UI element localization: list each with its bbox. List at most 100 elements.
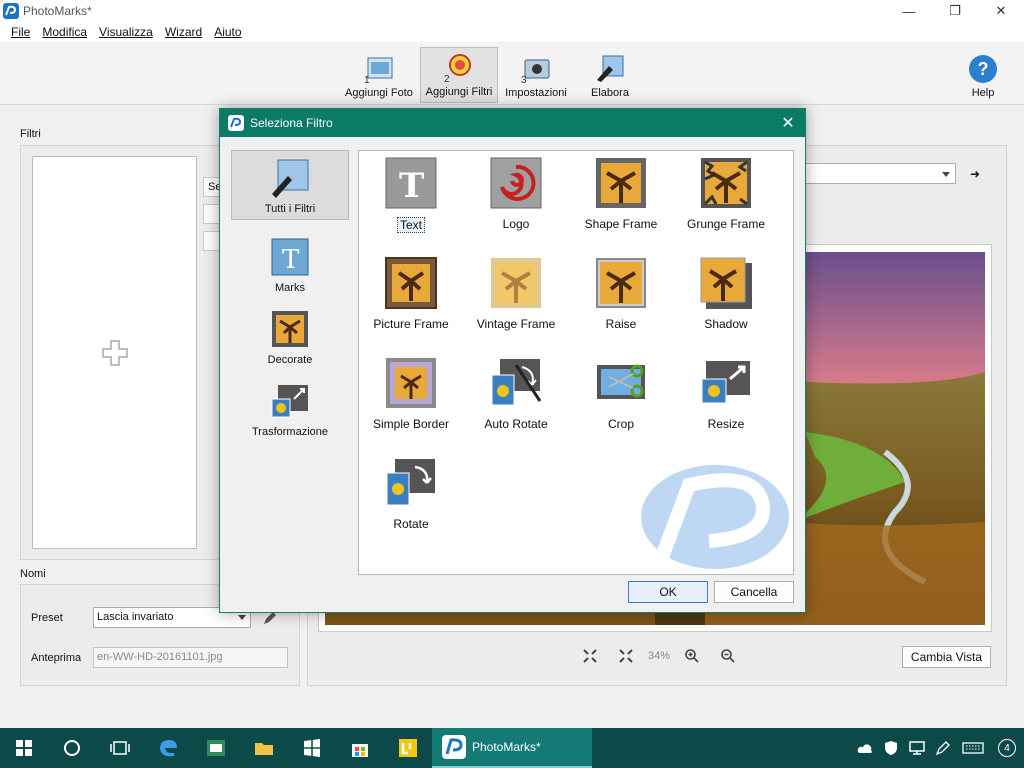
- store-button[interactable]: [336, 728, 384, 768]
- filter-shadow[interactable]: Shadow: [674, 251, 778, 341]
- app-yellow-icon: [399, 739, 417, 757]
- add-filters-button[interactable]: 2 Aggiungi Filtri: [420, 47, 498, 103]
- resize-filter-icon: [701, 361, 750, 404]
- category-transformation[interactable]: Trasformazione: [231, 372, 349, 442]
- title-bar: PhotoMarks* — ❐ ✕: [0, 0, 1024, 22]
- add-filters-icon: 2: [444, 54, 471, 83]
- cancel-button[interactable]: Cancella: [714, 581, 794, 603]
- filter-simple-border[interactable]: Simple Border: [359, 351, 463, 441]
- search-button[interactable]: [48, 728, 96, 768]
- dialog-title: Seleziona Filtro: [250, 116, 333, 130]
- start-button[interactable]: [0, 728, 48, 768]
- menu-wizard[interactable]: Wizard: [159, 25, 208, 39]
- task-view-button[interactable]: [96, 728, 144, 768]
- filter-label: Logo: [502, 217, 530, 231]
- add-filter-plus-icon[interactable]: [101, 339, 129, 367]
- text-filter-icon: T: [385, 157, 437, 209]
- menu-modifica[interactable]: Modifica: [36, 25, 93, 39]
- app-yellow-button[interactable]: [384, 728, 432, 768]
- full-size-icon[interactable]: [618, 648, 634, 664]
- grunge-frame-filter-icon: [701, 158, 751, 208]
- filter-label: Auto Rotate: [484, 417, 548, 431]
- filter-vintage-frame[interactable]: Vintage Frame: [464, 251, 568, 341]
- filter-label: Raise: [605, 317, 637, 331]
- filter-label: Shape Frame: [584, 217, 658, 231]
- security-tray-button[interactable]: [878, 728, 904, 768]
- windows-taskbar: PhotoMarks* 4: [0, 728, 1024, 768]
- filter-crop[interactable]: Crop: [569, 351, 673, 441]
- zoom-out-icon[interactable]: [720, 648, 736, 664]
- svg-text:T: T: [399, 166, 424, 206]
- category-marks[interactable]: T Marks: [231, 228, 349, 298]
- window-title: PhotoMarks*: [23, 4, 92, 18]
- add-photo-button[interactable]: 1 Aggiungi Foto: [343, 47, 415, 103]
- add-photo-label: Aggiungi Foto: [345, 87, 413, 99]
- change-view-button[interactable]: Cambia Vista: [902, 646, 991, 668]
- auto-rotate-filter-icon: [491, 359, 542, 406]
- minimize-button[interactable]: —: [886, 0, 932, 22]
- menu-aiuto[interactable]: Aiuto: [208, 25, 247, 39]
- process-button[interactable]: Elabora: [585, 47, 635, 103]
- pen-tray-button[interactable]: [930, 728, 956, 768]
- preset-value: Lascia invariato: [97, 611, 174, 623]
- onedrive-tray-button[interactable]: [852, 728, 878, 768]
- store-bag-icon: [352, 744, 368, 757]
- network-tray-button[interactable]: [904, 728, 930, 768]
- filter-auto-rotate[interactable]: Auto Rotate: [464, 351, 568, 441]
- picture-frame-filter-icon: [385, 257, 437, 309]
- photomarks-app-icon: [442, 735, 466, 759]
- app-flag-button[interactable]: [288, 728, 336, 768]
- category-all-filters[interactable]: Tutti i Filtri: [231, 150, 349, 220]
- next-arrow-icon[interactable]: ➜: [970, 167, 980, 181]
- settings-camera-icon: 3: [521, 59, 550, 84]
- menu-visualizza[interactable]: Visualizza: [93, 25, 159, 39]
- filter-resize[interactable]: Resize: [674, 351, 778, 441]
- cloud-icon: [857, 744, 872, 753]
- photo-select[interactable]: [804, 163, 956, 184]
- select-filter-dialog: Seleziona Filtro ✕ Tutti i Filtri T Mark…: [219, 108, 806, 613]
- filter-text[interactable]: T Text: [359, 151, 463, 241]
- app-green-button[interactable]: [192, 728, 240, 768]
- simple-border-filter-icon: [386, 358, 436, 408]
- filter-grunge-frame[interactable]: Grunge Frame: [674, 151, 778, 241]
- settings-button[interactable]: 3 Impostazioni: [503, 47, 569, 103]
- vintage-frame-filter-icon: [491, 258, 541, 308]
- menu-bar: File Modifica Visualizza Wizard Aiuto: [0, 22, 1024, 42]
- action-center-button[interactable]: 4: [990, 728, 1024, 768]
- filter-label: Rotate: [393, 517, 429, 531]
- maximize-button[interactable]: ❐: [932, 0, 978, 22]
- category-label: Tutti i Filtri: [264, 203, 316, 215]
- menu-file[interactable]: File: [5, 25, 36, 39]
- fit-screen-icon[interactable]: [582, 648, 598, 664]
- filter-rotate[interactable]: Rotate: [359, 451, 463, 541]
- edge-browser-icon: [160, 740, 177, 757]
- help-button[interactable]: ? Help: [962, 47, 1004, 103]
- cortana-circle-icon: [64, 740, 80, 756]
- filter-label: Resize: [707, 417, 745, 431]
- keyboard-tray-button[interactable]: [956, 728, 990, 768]
- filter-label: Vintage Frame: [476, 317, 556, 331]
- close-window-button[interactable]: ✕: [978, 0, 1024, 22]
- svg-text:1: 1: [364, 75, 370, 84]
- filter-logo[interactable]: Logo: [464, 151, 568, 241]
- file-explorer-button[interactable]: [240, 728, 288, 768]
- transform-resize-icon: [271, 385, 308, 418]
- zoom-in-icon[interactable]: [684, 648, 700, 664]
- filter-picture-frame[interactable]: Picture Frame: [359, 251, 463, 341]
- rotate-filter-icon: [386, 459, 435, 506]
- help-label: Help: [971, 87, 995, 99]
- filter-label: Simple Border: [372, 417, 450, 431]
- dialog-close-button[interactable]: ✕: [771, 109, 805, 137]
- filter-grid: T Text Logo Shape Frame Grunge Frame Pic…: [358, 150, 794, 575]
- filters-drop-area[interactable]: [32, 156, 197, 549]
- taskbar-photomarks-app[interactable]: PhotoMarks*: [432, 728, 592, 768]
- names-section-label: Nomi: [20, 568, 46, 580]
- category-label: Trasformazione: [251, 426, 328, 438]
- filter-shape-frame[interactable]: Shape Frame: [569, 151, 673, 241]
- filter-raise[interactable]: Raise: [569, 251, 673, 341]
- ok-button[interactable]: OK: [628, 581, 708, 603]
- filter-label: Crop: [607, 417, 634, 431]
- category-decorate[interactable]: Decorate: [231, 300, 349, 370]
- edge-browser-button[interactable]: [144, 728, 192, 768]
- settings-label: Impostazioni: [505, 87, 567, 99]
